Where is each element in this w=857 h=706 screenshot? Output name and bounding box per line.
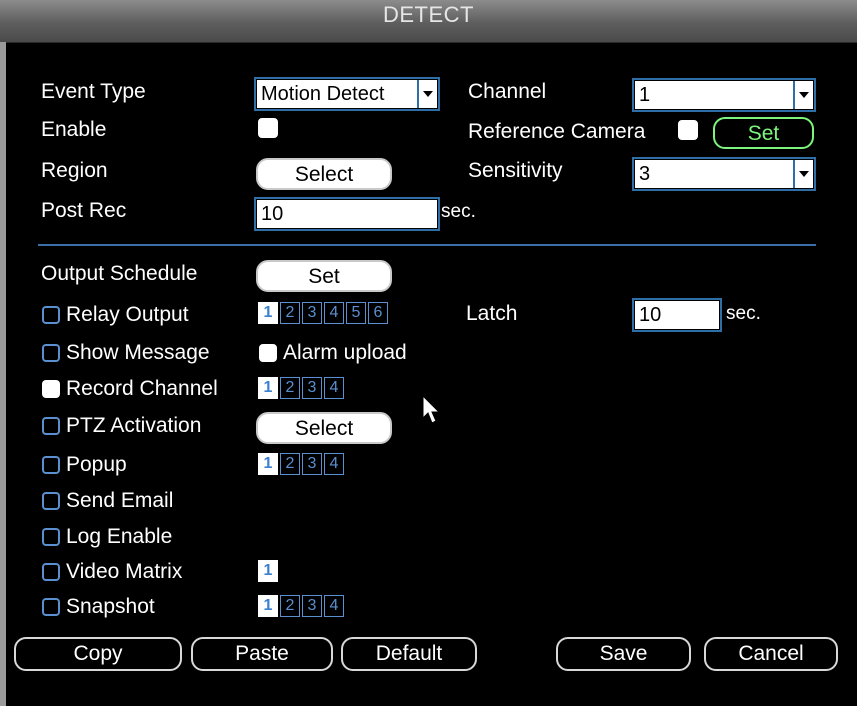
post-rec-input[interactable]: 10 xyxy=(254,197,440,231)
title-bar: DETECT xyxy=(0,0,857,43)
record-channel-3[interactable]: 3 xyxy=(302,377,322,399)
latch-input[interactable]: 10 xyxy=(632,298,722,332)
chevron-down-icon[interactable] xyxy=(793,81,813,109)
record-channel-channels: 1 2 3 4 xyxy=(258,377,344,399)
record-channel-checkbox[interactable] xyxy=(42,380,60,398)
send-email-checkbox[interactable] xyxy=(42,492,60,510)
popup-channel-1[interactable]: 1 xyxy=(258,453,278,475)
default-button[interactable]: Default xyxy=(341,637,477,671)
popup-checkbox[interactable] xyxy=(42,456,60,474)
snapshot-checkbox[interactable] xyxy=(42,598,60,616)
video-matrix-channel-1[interactable]: 1 xyxy=(258,560,278,582)
enable-label: Enable xyxy=(41,118,107,141)
record-channel-label: Record Channel xyxy=(66,377,218,400)
post-rec-label: Post Rec xyxy=(41,199,127,222)
record-channel-1[interactable]: 1 xyxy=(258,377,278,399)
sensitivity-value: 3 xyxy=(639,163,651,185)
popup-channel-2[interactable]: 2 xyxy=(280,453,300,475)
sensitivity-label: Sensitivity xyxy=(468,159,563,182)
copy-button[interactable]: Copy xyxy=(14,637,182,671)
popup-channel-4[interactable]: 4 xyxy=(324,453,344,475)
paste-button[interactable]: Paste xyxy=(191,637,333,671)
relay-channel-2[interactable]: 2 xyxy=(280,302,300,324)
channel-label: Channel xyxy=(468,80,547,103)
relay-channel-1[interactable]: 1 xyxy=(258,302,278,324)
section-divider xyxy=(38,244,816,246)
snapshot-label: Snapshot xyxy=(66,595,155,618)
log-enable-label: Log Enable xyxy=(66,525,173,548)
relay-channel-5[interactable]: 5 xyxy=(346,302,366,324)
record-channel-4[interactable]: 4 xyxy=(324,377,344,399)
ptz-activation-label: PTZ Activation xyxy=(66,414,202,437)
event-type-dropdown[interactable]: Motion Detect xyxy=(254,77,440,111)
output-schedule-label: Output Schedule xyxy=(41,262,198,285)
region-label: Region xyxy=(41,159,108,182)
popup-channel-3[interactable]: 3 xyxy=(302,453,322,475)
mouse-pointer-icon xyxy=(422,395,441,424)
latch-label: Latch xyxy=(466,302,518,325)
relay-channel-6[interactable]: 6 xyxy=(368,302,388,324)
ptz-select-button[interactable]: Select xyxy=(256,412,392,444)
record-channel-2[interactable]: 2 xyxy=(280,377,300,399)
post-rec-unit: sec. xyxy=(441,201,476,222)
show-message-checkbox[interactable] xyxy=(42,344,60,362)
relay-channel-4[interactable]: 4 xyxy=(324,302,344,324)
reference-camera-set-button[interactable]: Set xyxy=(713,117,814,149)
relay-output-checkbox[interactable] xyxy=(42,306,60,324)
video-matrix-checkbox[interactable] xyxy=(42,563,60,581)
window-title: DETECT xyxy=(383,2,474,27)
chevron-down-icon[interactable] xyxy=(417,80,437,108)
output-schedule-set-button[interactable]: Set xyxy=(256,260,392,292)
event-type-value: Motion Detect xyxy=(261,83,385,105)
enable-checkbox[interactable] xyxy=(258,118,278,138)
region-select-button[interactable]: Select xyxy=(256,158,392,190)
chevron-down-icon[interactable] xyxy=(793,160,813,188)
relay-output-channels: 1 2 3 4 5 6 xyxy=(258,302,388,324)
window-left-border xyxy=(0,42,6,706)
popup-label: Popup xyxy=(66,453,127,476)
event-type-label: Event Type xyxy=(41,80,146,103)
relay-output-label: Relay Output xyxy=(66,303,189,326)
sensitivity-dropdown[interactable]: 3 xyxy=(632,157,816,191)
detect-window: DETECT Event Type Motion Detect Channel … xyxy=(0,0,857,706)
video-matrix-channels: 1 xyxy=(258,560,278,582)
reference-camera-label: Reference Camera xyxy=(468,120,646,143)
snapshot-channel-3[interactable]: 3 xyxy=(302,595,322,617)
log-enable-checkbox[interactable] xyxy=(42,528,60,546)
latch-unit: sec. xyxy=(726,303,761,324)
alarm-upload-checkbox[interactable] xyxy=(259,344,277,362)
show-message-label: Show Message xyxy=(66,341,210,364)
save-button[interactable]: Save xyxy=(556,637,691,671)
alarm-upload-label: Alarm upload xyxy=(283,341,407,364)
reference-camera-checkbox[interactable] xyxy=(678,120,698,140)
snapshot-channels: 1 2 3 4 xyxy=(258,595,344,617)
relay-channel-3[interactable]: 3 xyxy=(302,302,322,324)
snapshot-channel-4[interactable]: 4 xyxy=(324,595,344,617)
send-email-label: Send Email xyxy=(66,489,174,512)
snapshot-channel-2[interactable]: 2 xyxy=(280,595,300,617)
video-matrix-label: Video Matrix xyxy=(66,560,183,583)
cancel-button[interactable]: Cancel xyxy=(704,637,838,671)
ptz-activation-checkbox[interactable] xyxy=(42,417,60,435)
snapshot-channel-1[interactable]: 1 xyxy=(258,595,278,617)
channel-value: 1 xyxy=(639,84,651,106)
popup-channels: 1 2 3 4 xyxy=(258,453,344,475)
channel-dropdown[interactable]: 1 xyxy=(632,78,816,112)
